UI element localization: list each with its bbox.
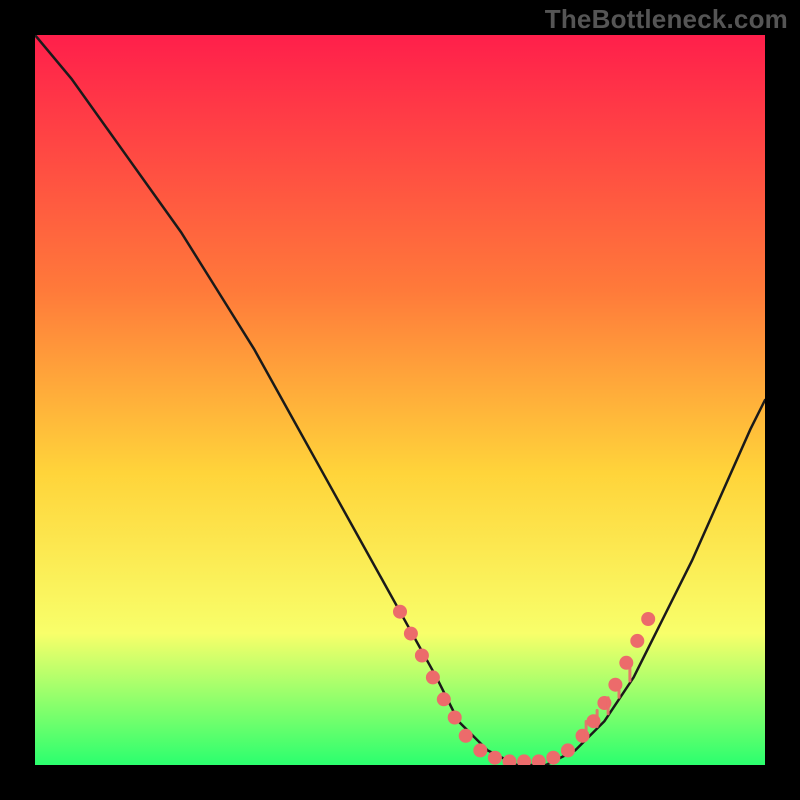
plot-background [35,35,765,765]
dot [561,743,575,757]
dot [415,649,429,663]
dot [630,634,644,648]
dot [641,612,655,626]
watermark-text: TheBottleneck.com [545,4,788,35]
dot [488,751,502,765]
dot [393,605,407,619]
dot [437,692,451,706]
chart-svg [0,0,800,800]
dot [448,711,462,725]
dot [473,743,487,757]
dot [459,729,473,743]
dot [532,754,546,768]
dot [404,627,418,641]
dot [426,670,440,684]
dot [517,754,531,768]
chart-frame: TheBottleneck.com [0,0,800,800]
dot [503,754,517,768]
dot [546,751,560,765]
